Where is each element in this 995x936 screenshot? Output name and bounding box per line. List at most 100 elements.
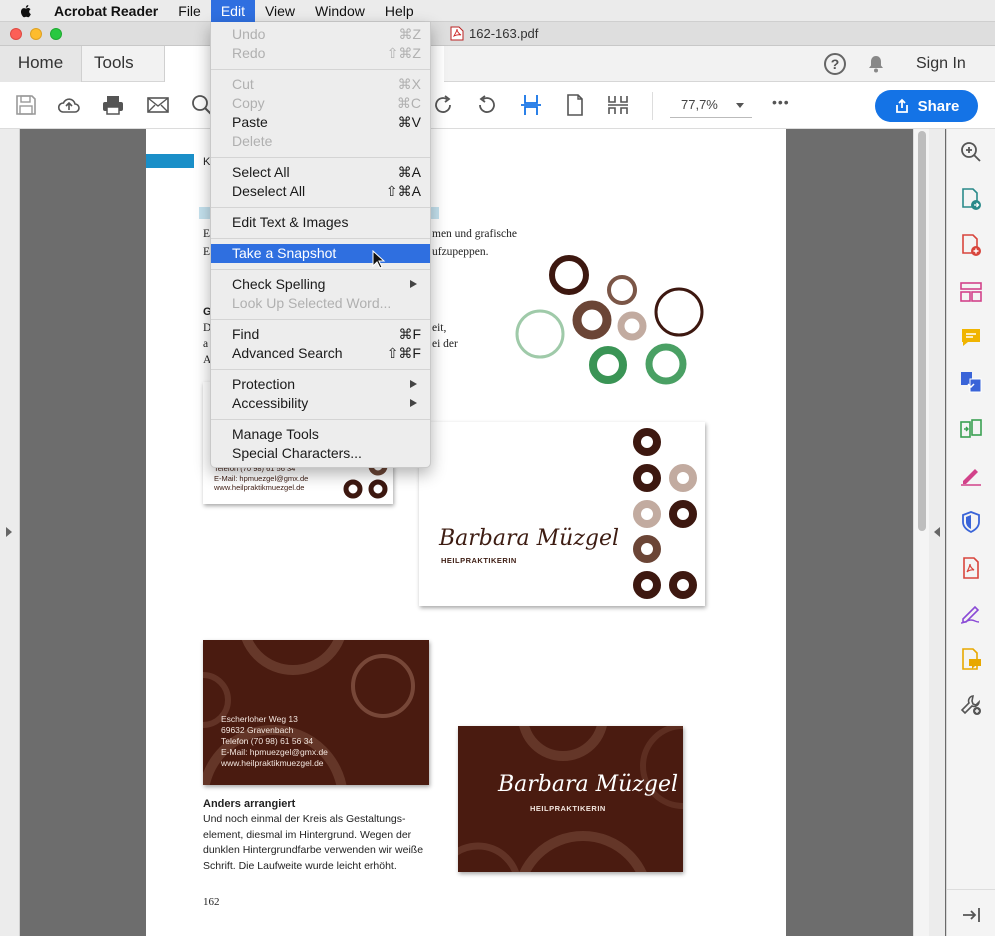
help-icon[interactable]: ? bbox=[824, 53, 846, 75]
right-panel-toggle-strip bbox=[929, 129, 945, 936]
menu-item-take-snapshot[interactable]: Take a Snapshot bbox=[211, 244, 430, 263]
signature-pen-icon[interactable] bbox=[959, 601, 983, 625]
compare-files-icon[interactable] bbox=[959, 417, 983, 441]
menu-edit[interactable]: Edit bbox=[210, 0, 255, 22]
menu-item-accessibility[interactable]: Accessibility bbox=[211, 394, 430, 413]
menu-help[interactable]: Help bbox=[375, 0, 424, 22]
zoom-search-icon[interactable] bbox=[959, 140, 983, 164]
menu-file[interactable]: File bbox=[168, 0, 211, 22]
more-tools-icon[interactable] bbox=[959, 693, 983, 717]
mac-menu-bar: Acrobat Reader File Edit View Window Hel… bbox=[0, 0, 995, 22]
tab-tools[interactable]: Tools bbox=[94, 46, 134, 82]
edit-menu-dropdown: Undo ⌘Z Redo ⇧⌘Z Cut ⌘X Copy ⌘C Paste ⌘V Dele… bbox=[210, 22, 431, 468]
caption-title: Anders arrangiert bbox=[203, 798, 296, 810]
tab-bar: Home Tools ? Sign In bbox=[0, 46, 995, 82]
window-title: 162-163.pdf bbox=[450, 26, 538, 41]
caption-line-1: Und noch einmal der Kreis als Gestaltung… bbox=[203, 813, 406, 825]
chapter-marker bbox=[146, 154, 194, 168]
export-pdf-icon[interactable] bbox=[959, 187, 983, 211]
panel-divider bbox=[947, 889, 995, 890]
fill-sign-icon[interactable] bbox=[959, 463, 983, 487]
menu-separator bbox=[211, 269, 430, 270]
comment-icon[interactable] bbox=[959, 326, 983, 350]
menu-item-special-characters[interactable]: Special Characters... bbox=[211, 444, 430, 463]
menu-label: Look Up Selected Word... bbox=[232, 295, 392, 311]
menu-shortcut: ⌘V bbox=[397, 114, 421, 130]
combine-files-icon[interactable] bbox=[959, 370, 983, 394]
submenu-arrow-icon bbox=[410, 280, 417, 288]
page-thumbnails-icon[interactable] bbox=[606, 93, 630, 117]
menu-shortcut: ⌘F bbox=[398, 326, 421, 342]
minimize-window-button[interactable] bbox=[30, 28, 42, 40]
bell-icon[interactable] bbox=[866, 54, 886, 74]
app-menu[interactable]: Acrobat Reader bbox=[48, 0, 168, 22]
single-page-icon[interactable] bbox=[563, 93, 587, 117]
window-title-text: 162-163.pdf bbox=[469, 26, 539, 41]
menu-item-delete[interactable]: Delete bbox=[211, 132, 430, 151]
protect-shield-icon[interactable] bbox=[959, 510, 983, 534]
share-label: Share bbox=[917, 97, 960, 115]
menu-window[interactable]: Window bbox=[305, 0, 375, 22]
menu-item-select-all[interactable]: Select All ⌘A bbox=[211, 163, 430, 182]
menu-item-protection[interactable]: Protection bbox=[211, 375, 430, 394]
vertical-scrollbar[interactable] bbox=[913, 129, 929, 936]
left-nav-panel bbox=[0, 129, 20, 936]
email-icon[interactable] bbox=[146, 93, 170, 117]
upload-cloud-icon[interactable] bbox=[57, 93, 81, 117]
circle-cluster-graphic bbox=[515, 255, 704, 385]
menu-item-find[interactable]: Find ⌘F bbox=[211, 325, 430, 344]
close-window-button[interactable] bbox=[10, 28, 22, 40]
para-line-2-end: ei der bbox=[432, 338, 458, 350]
intro-line-1: men und grafische bbox=[432, 228, 517, 240]
menu-label: Copy bbox=[232, 95, 265, 111]
menu-item-paste[interactable]: Paste ⌘V bbox=[211, 113, 430, 132]
menu-shortcut: ⌘X bbox=[397, 76, 421, 92]
apple-icon[interactable] bbox=[18, 3, 34, 19]
more-options-icon[interactable]: ••• bbox=[772, 94, 790, 110]
intro-start-2: E bbox=[203, 246, 211, 258]
rotate-counterclockwise-icon[interactable] bbox=[475, 93, 499, 117]
collapse-right-panel-icon[interactable] bbox=[934, 527, 940, 537]
menu-item-advanced-search[interactable]: Advanced Search ⇧⌘F bbox=[211, 344, 430, 363]
share-button[interactable]: Share bbox=[875, 90, 978, 122]
menu-item-redo[interactable]: Redo ⇧⌘Z bbox=[211, 44, 430, 63]
crop-page-icon[interactable] bbox=[519, 93, 543, 117]
zoom-select[interactable]: 77,7% bbox=[670, 94, 752, 118]
collapse-tools-pane-icon[interactable] bbox=[959, 903, 983, 927]
menu-label: Check Spelling bbox=[232, 276, 326, 292]
menu-label: Redo bbox=[232, 45, 266, 61]
pdf-document-icon[interactable] bbox=[959, 556, 983, 580]
rotate-clockwise-icon[interactable] bbox=[431, 93, 455, 117]
sign-in-link[interactable]: Sign In bbox=[916, 46, 966, 82]
menu-item-check-spelling[interactable]: Check Spelling bbox=[211, 275, 430, 294]
menu-label: Take a Snapshot bbox=[232, 245, 337, 261]
business-card-light: Barbara Müzgel Heilpraktikerin bbox=[419, 422, 705, 606]
menu-item-manage-tools[interactable]: Manage Tools bbox=[211, 425, 430, 444]
para-line-1-end: eit, bbox=[432, 322, 447, 334]
menu-item-copy[interactable]: Copy ⌘C bbox=[211, 94, 430, 113]
menu-shortcut: ⌘Z bbox=[398, 26, 421, 42]
menu-item-cut[interactable]: Cut ⌘X bbox=[211, 75, 430, 94]
menu-item-look-up-word[interactable]: Look Up Selected Word... bbox=[211, 294, 430, 313]
menu-item-undo[interactable]: Undo ⌘Z bbox=[211, 25, 430, 44]
print-icon[interactable] bbox=[101, 93, 125, 117]
scrollbar-thumb[interactable] bbox=[918, 131, 926, 531]
save-icon[interactable] bbox=[14, 93, 38, 117]
menu-separator bbox=[211, 369, 430, 370]
expand-left-panel-icon[interactable] bbox=[6, 527, 12, 537]
create-pdf-icon[interactable] bbox=[959, 233, 983, 257]
small-card-email: E-Mail: hpmuezgel@gmx.de bbox=[214, 473, 309, 483]
intro-line-2: ufzupeppen. bbox=[432, 246, 489, 258]
tab-home[interactable]: Home bbox=[0, 46, 82, 82]
menu-item-edit-text-images[interactable]: Edit Text & Images bbox=[211, 213, 430, 232]
zoom-window-button[interactable] bbox=[50, 28, 62, 40]
card-front-rings bbox=[458, 726, 683, 872]
menu-view[interactable]: View bbox=[255, 0, 305, 22]
menu-label: Undo bbox=[232, 26, 266, 42]
organize-pages-icon[interactable] bbox=[959, 280, 983, 304]
send-for-comments-icon[interactable] bbox=[959, 647, 983, 671]
menu-item-deselect-all[interactable]: Deselect All ⇧⌘A bbox=[211, 182, 430, 201]
menu-separator bbox=[211, 207, 430, 208]
chevron-down-icon bbox=[736, 103, 744, 108]
menu-separator bbox=[211, 157, 430, 158]
